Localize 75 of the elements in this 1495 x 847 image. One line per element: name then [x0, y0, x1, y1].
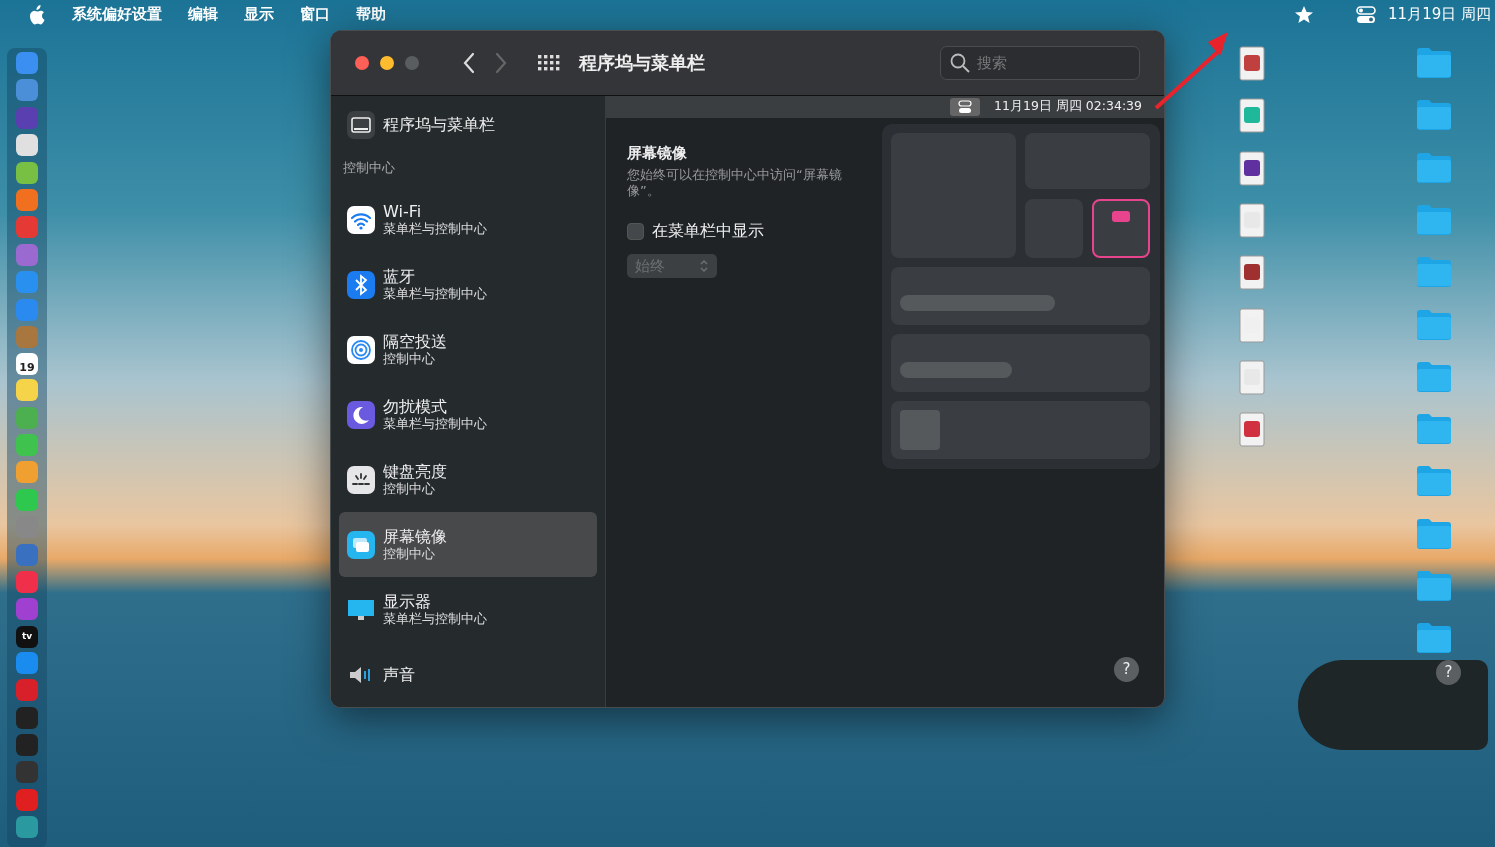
sidebar-item[interactable]: 键盘亮度 控制中心 — [339, 447, 597, 512]
window-title: 程序坞与菜单栏 — [579, 51, 705, 76]
zoom-button[interactable] — [405, 55, 419, 70]
folder-icon[interactable] — [1416, 412, 1452, 445]
wifi-icon — [347, 205, 375, 234]
airdrop-icon — [347, 335, 375, 364]
folder-icon[interactable] — [1416, 98, 1452, 131]
app-icon[interactable] — [16, 379, 38, 402]
item-subtitle: 菜单栏与控制中心 — [383, 416, 487, 432]
app-icon[interactable] — [16, 816, 38, 839]
item-title: 屏幕镜像 — [383, 527, 447, 546]
item-title: 程序坞与菜单栏 — [383, 115, 495, 135]
item-subtitle: 菜单栏与控制中心 — [383, 221, 487, 237]
star-icon[interactable] — [1294, 4, 1315, 25]
folder-icon[interactable] — [1416, 255, 1452, 288]
sidebar-item[interactable]: 显示器 菜单栏与控制中心 — [339, 577, 597, 642]
forward-button[interactable] — [494, 51, 508, 74]
app-menu[interactable]: 系统偏好设置 — [59, 3, 175, 26]
control-center-icon[interactable] — [1356, 5, 1377, 24]
item-title: 声音 — [383, 665, 415, 684]
menu-item[interactable]: 编辑 — [175, 3, 231, 26]
apple-logo-icon[interactable] — [27, 4, 45, 25]
checkbox-label: 在菜单栏中显示 — [652, 220, 764, 243]
item-subtitle: 控制中心 — [383, 351, 436, 367]
sidebar-item[interactable]: 隔空投送 控制中心 — [339, 317, 597, 382]
control-center-icon — [950, 97, 981, 116]
tv-label: tv — [21, 630, 33, 644]
screen-mirroring-icon — [347, 530, 375, 559]
help-button[interactable]: ? — [1114, 657, 1139, 682]
menubar-clock[interactable]: 11月19日 周四 — [1388, 3, 1491, 26]
calendar-icon[interactable]: 19 — [16, 353, 38, 376]
folder-icon[interactable] — [1416, 464, 1452, 497]
sidebar-item[interactable]: 程序坞与菜单栏 — [339, 103, 597, 146]
item-subtitle: 控制中心 — [383, 546, 436, 562]
help-button[interactable]: ? — [1436, 660, 1461, 685]
close-button[interactable] — [355, 55, 369, 70]
search-icon — [950, 52, 970, 73]
grid-icon[interactable] — [538, 54, 560, 71]
folder-icon[interactable] — [1416, 621, 1452, 654]
sidebar-item[interactable]: 屏幕镜像 控制中心 — [339, 512, 597, 577]
app-icon[interactable] — [16, 134, 38, 157]
item-title: Wi-Fi — [383, 202, 423, 221]
sidebar-item[interactable]: 勿扰模式 菜单栏与控制中心 — [339, 382, 597, 447]
app-icon[interactable] — [16, 79, 38, 102]
item-subtitle: 菜单栏与控制中心 — [383, 286, 487, 302]
menu-item[interactable]: 窗口 — [287, 3, 343, 26]
app-icon[interactable] — [16, 52, 38, 74]
description-text: 您始终可以在控制中心中访问“屏幕镜像”。 — [627, 167, 843, 200]
calendar-date: 19 — [19, 361, 35, 376]
item-title: 隔空投送 — [383, 332, 447, 351]
minimize-button[interactable] — [380, 55, 394, 70]
chevron-icon — [699, 258, 709, 275]
item-subtitle: 控制中心 — [383, 481, 436, 497]
sidebar-item[interactable]: Wi-Fi 菜单栏与控制中心 — [339, 187, 597, 252]
menu-item[interactable]: 显示 — [231, 3, 287, 26]
bluetooth-icon — [347, 270, 375, 299]
back-button[interactable] — [462, 51, 476, 74]
sidebar-item[interactable]: 蓝牙 菜单栏与控制中心 — [339, 252, 597, 317]
sidebar-item[interactable]: 声音 — [339, 642, 597, 707]
search-field[interactable]: 搜索 — [940, 45, 1140, 80]
item-subtitle: 菜单栏与控制中心 — [383, 611, 487, 627]
window-icon — [347, 110, 375, 139]
section-title: 屏幕镜像 — [627, 142, 688, 164]
menu-item[interactable]: 帮助 — [343, 3, 399, 26]
keyboard-brightness-icon — [347, 465, 375, 494]
item-title: 键盘亮度 — [383, 462, 447, 481]
checkbox[interactable] — [627, 222, 644, 240]
folder-icon[interactable] — [1416, 46, 1452, 78]
item-title: 勿扰模式 — [383, 397, 448, 416]
section-header: 控制中心 — [342, 158, 396, 177]
moon-icon — [347, 400, 375, 429]
item-title: 显示器 — [383, 592, 432, 611]
folder-icon[interactable] — [1416, 569, 1452, 601]
preview-clock: 11月19日 周四 02:34:39 — [994, 97, 1142, 116]
item-title: 蓝牙 — [383, 267, 416, 286]
